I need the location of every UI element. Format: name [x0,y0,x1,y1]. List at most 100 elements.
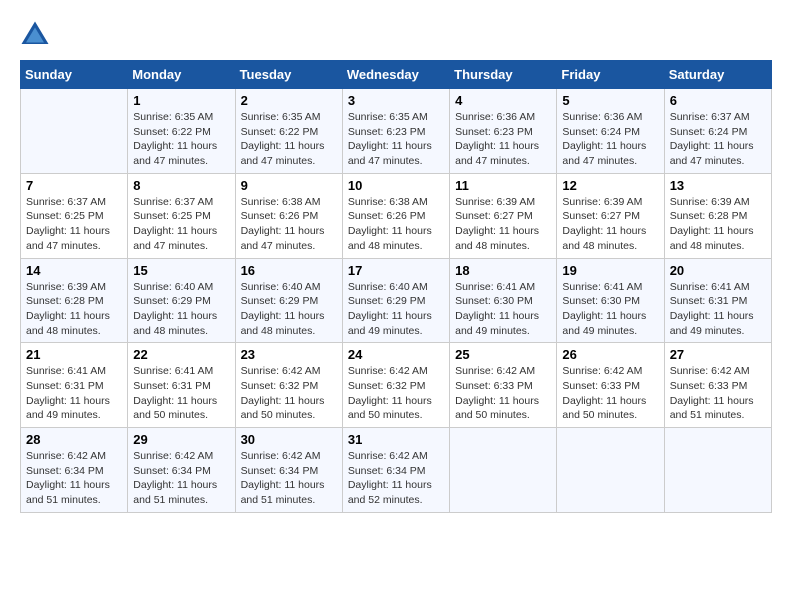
calendar-cell: 3 Sunrise: 6:35 AMSunset: 6:23 PMDaylight… [342,89,449,174]
day-number: 5 [562,93,658,108]
calendar-cell: 14Sunrise: 6:39 AMSunset: 6:28 PMDayligh… [21,258,128,343]
day-info: Sunrise: 6:35 AMSunset: 6:22 PMDaylight:… [241,110,337,169]
day-number: 24 [348,347,444,362]
day-number: 22 [133,347,229,362]
day-number: 12 [562,178,658,193]
calendar-cell: 23 Sunrise: 6:42 AMSunset: 6:32 PMDayligh… [235,343,342,428]
calendar-cell: 7 Sunrise: 6:37 AMSunset: 6:25 PMDaylight… [21,173,128,258]
day-info: Sunrise: 6:42 AMSunset: 6:34 PMDaylight:… [26,449,122,508]
day-number: 6 [670,93,766,108]
day-number: 20 [670,263,766,278]
calendar-cell: 16 Sunrise: 6:40 AMSunset: 6:29 PMDayligh… [235,258,342,343]
day-number: 1 [133,93,229,108]
calendar-cell: 10 Sunrise: 6:38 AMSunset: 6:26 PMDayligh… [342,173,449,258]
day-info: Sunrise: 6:41 AMSunset: 6:30 PMDaylight:… [455,280,551,339]
calendar-cell: 11 Sunrise: 6:39 AMSunset: 6:27 PMDayligh… [450,173,557,258]
day-info: Sunrise: 6:42 AMSunset: 6:32 PMDaylight:… [348,364,444,423]
day-info: Sunrise: 6:42 AMSunset: 6:33 PMDaylight:… [455,364,551,423]
calendar-cell: 29 Sunrise: 6:42 AMSunset: 6:34 PMDayligh… [128,428,235,513]
day-info: Sunrise: 6:40 AMSunset: 6:29 PMDaylight:… [241,280,337,339]
calendar-cell: 12 Sunrise: 6:39 AMSunset: 6:27 PMDayligh… [557,173,664,258]
calendar-cell: 26 Sunrise: 6:42 AMSunset: 6:33 PMDayligh… [557,343,664,428]
day-number: 13 [670,178,766,193]
calendar-cell: 4 Sunrise: 6:36 AMSunset: 6:23 PMDaylight… [450,89,557,174]
calendar-cell: 28 Sunrise: 6:42 AMSunset: 6:34 PMDayligh… [21,428,128,513]
day-info: Sunrise: 6:39 AMSunset: 6:27 PMDaylight:… [562,195,658,254]
day-info: Sunrise: 6:41 AMSunset: 6:30 PMDaylight:… [562,280,658,339]
calendar-dow-monday: Monday [128,61,235,89]
day-number: 15 [133,263,229,278]
day-number: 7 [26,178,122,193]
calendar-cell: 9 Sunrise: 6:38 AMSunset: 6:26 PMDaylight… [235,173,342,258]
day-info: Sunrise: 6:38 AMSunset: 6:26 PMDaylight:… [348,195,444,254]
day-number: 21 [26,347,122,362]
calendar-table: SundayMondayTuesdayWednesdayThursdayFrid… [20,60,772,513]
day-number: 26 [562,347,658,362]
calendar-cell: 20 Sunrise: 6:41 AMSunset: 6:31 PMDayligh… [664,258,771,343]
calendar-dow-saturday: Saturday [664,61,771,89]
calendar-cell: 25 Sunrise: 6:42 AMSunset: 6:33 PMDayligh… [450,343,557,428]
day-info: Sunrise: 6:40 AMSunset: 6:29 PMDaylight:… [348,280,444,339]
day-number: 11 [455,178,551,193]
day-info: Sunrise: 6:39 AMSunset: 6:27 PMDaylight:… [455,195,551,254]
day-number: 28 [26,432,122,447]
day-number: 8 [133,178,229,193]
day-number: 23 [241,347,337,362]
day-info: Sunrise: 6:42 AMSunset: 6:32 PMDaylight:… [241,364,337,423]
calendar-cell: 1Sunrise: 6:35 AMSunset: 6:22 PMDaylight… [128,89,235,174]
day-info: Sunrise: 6:42 AMSunset: 6:34 PMDaylight:… [133,449,229,508]
calendar-cell: 24 Sunrise: 6:42 AMSunset: 6:32 PMDayligh… [342,343,449,428]
day-info: Sunrise: 6:39 AMSunset: 6:28 PMDaylight:… [670,195,766,254]
day-number: 29 [133,432,229,447]
day-info: Sunrise: 6:41 AMSunset: 6:31 PMDaylight:… [26,364,122,423]
day-info: Sunrise: 6:42 AMSunset: 6:34 PMDaylight:… [348,449,444,508]
calendar-dow-thursday: Thursday [450,61,557,89]
calendar-cell: 13 Sunrise: 6:39 AMSunset: 6:28 PMDayligh… [664,173,771,258]
calendar-cell: 8 Sunrise: 6:37 AMSunset: 6:25 PMDaylight… [128,173,235,258]
calendar-week-1: 1 Sunrise: 6:35 AMSunset: 6:22 PMDaylight… [21,89,772,174]
calendar-week-3: 14Sunrise: 6:39 AMSunset: 6:28 PMDayligh… [21,258,772,343]
day-info: Sunrise: 6:42 AMSunset: 6:33 PMDaylight:… [670,364,766,423]
day-info: Sunrise: 6:37 AMSunset: 6:25 PMDaylight:… [133,195,229,254]
calendar-cell: 27 Sunrise: 6:42 AMSunset: 6:33 PMDayligh… [664,343,771,428]
day-info: Sunrise: 6:41 AMSunset: 6:31 PMDaylight:… [133,364,229,423]
logo-icon [20,20,50,50]
calendar-cell [664,428,771,513]
day-info: Sunrise: 6:39 AMSunset: 6:28 PMDaylight:… [26,280,122,339]
day-number: 9 [241,178,337,193]
day-info: Sunrise: 6:36 AMSunset: 6:23 PMDaylight:… [455,110,551,169]
day-info: Sunrise: 6:36 AMSunset: 6:24 PMDaylight:… [562,110,658,169]
day-number: 16 [241,263,337,278]
day-info: Sunrise: 6:37 AMSunset: 6:24 PMDaylight:… [670,110,766,169]
day-number: 18 [455,263,551,278]
page-header [20,20,772,50]
day-info: Sunrise: 6:42 AMSunset: 6:34 PMDaylight:… [241,449,337,508]
calendar-week-2: 7 Sunrise: 6:37 AMSunset: 6:25 PMDaylight… [21,173,772,258]
calendar-cell: 21 Sunrise: 6:41 AMSunset: 6:31 PMDayligh… [21,343,128,428]
calendar-week-5: 28 Sunrise: 6:42 AMSunset: 6:34 PMDayligh… [21,428,772,513]
day-info: Sunrise: 6:42 AMSunset: 6:33 PMDaylight:… [562,364,658,423]
calendar-dow-tuesday: Tuesday [235,61,342,89]
calendar-header-row: SundayMondayTuesdayWednesdayThursdayFrid… [21,61,772,89]
day-info: Sunrise: 6:40 AMSunset: 6:29 PMDaylight:… [133,280,229,339]
calendar-cell [21,89,128,174]
day-number: 27 [670,347,766,362]
day-number: 30 [241,432,337,447]
day-number: 25 [455,347,551,362]
day-number: 3 [348,93,444,108]
calendar-cell [557,428,664,513]
day-number: 17 [348,263,444,278]
day-info: Sunrise: 6:37 AMSunset: 6:25 PMDaylight:… [26,195,122,254]
day-number: 31 [348,432,444,447]
calendar-dow-sunday: Sunday [21,61,128,89]
day-info: Sunrise: 6:41 AMSunset: 6:31 PMDaylight:… [670,280,766,339]
logo [20,20,52,50]
calendar-cell: 18 Sunrise: 6:41 AMSunset: 6:30 PMDayligh… [450,258,557,343]
day-info: Sunrise: 6:38 AMSunset: 6:26 PMDaylight:… [241,195,337,254]
calendar-cell: 22 Sunrise: 6:41 AMSunset: 6:31 PMDayligh… [128,343,235,428]
day-number: 10 [348,178,444,193]
calendar-cell: 2Sunrise: 6:35 AMSunset: 6:22 PMDaylight… [235,89,342,174]
day-info: Sunrise: 6:35 AMSunset: 6:23 PMDaylight:… [348,110,444,169]
calendar-cell: 19Sunrise: 6:41 AMSunset: 6:30 PMDayligh… [557,258,664,343]
day-number: 4 [455,93,551,108]
